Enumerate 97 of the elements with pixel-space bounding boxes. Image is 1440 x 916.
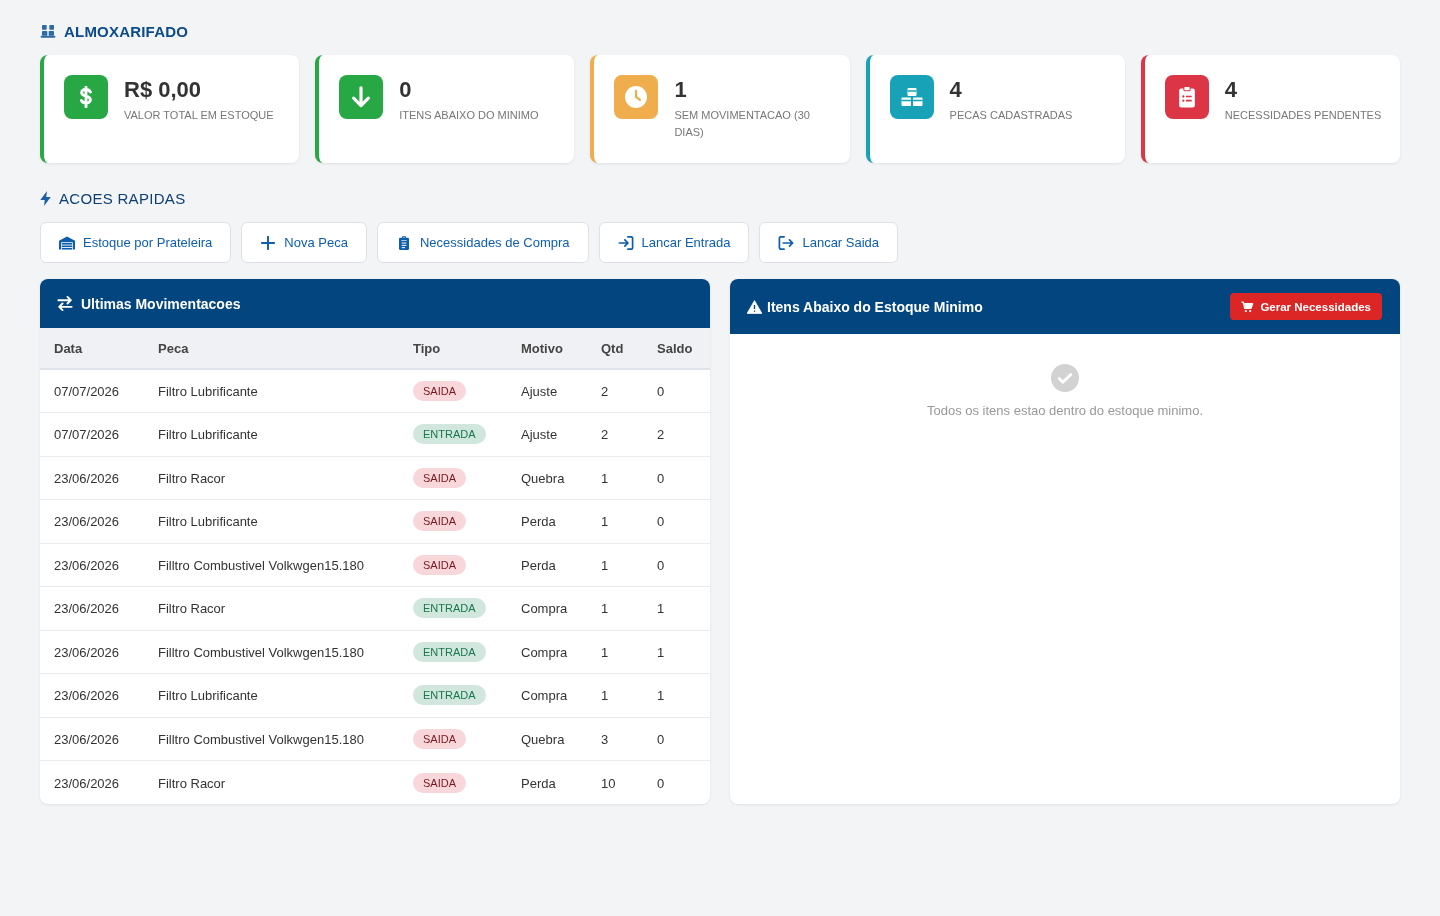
quantity-text: 3 — [601, 731, 609, 747]
cart-icon — [1241, 300, 1255, 313]
generate-button[interactable]: Gerar Necessidades — [1230, 293, 1382, 320]
page-title: ALMOXARIFADO — [64, 22, 189, 40]
type-badge: ENTRADA — [413, 598, 486, 619]
stat-label: PECAS CADASTRADAS — [949, 108, 1073, 123]
swap-arrows-icon — [57, 296, 73, 311]
warning-icon — [747, 299, 762, 314]
boxes-icon — [40, 24, 56, 38]
part-name: Filtro Lubrificante — [158, 384, 258, 399]
sign-in-icon — [617, 235, 634, 250]
part-name: Filltro Combustivel Volkwgen15.180 — [158, 644, 364, 660]
part-name: Filltro Combustivel Volkwgen15.180 — [158, 557, 364, 573]
part-name: Filtro Racor — [158, 775, 226, 791]
date-text: 23/06/2026 — [54, 470, 120, 486]
part-name: Filtro Lubrificante — [158, 514, 258, 530]
column-header: Tipo — [413, 341, 441, 356]
quantity-text: 1 — [601, 688, 609, 704]
stat-value: 4 — [1224, 76, 1239, 104]
type-badge: SAIDA — [413, 772, 466, 793]
quantity-text: 1 — [601, 644, 609, 660]
type-badge: ENTRADA — [413, 685, 486, 706]
stat-label: VALOR TOTAL EM ESTOQUE — [124, 108, 274, 123]
part-name: Filtro Racor — [158, 470, 226, 486]
column-header: Data — [54, 341, 83, 356]
stat-value: 0 — [399, 76, 413, 104]
column-header: Peca — [158, 341, 189, 356]
quantity-text: 2 — [601, 384, 609, 399]
quantity-text: 1 — [601, 557, 609, 573]
date-text: 23/06/2026 — [54, 644, 120, 660]
column-header: Saldo — [657, 341, 693, 356]
balance-text: 0 — [657, 514, 665, 530]
section-title: ACOES RAPIDAS — [59, 189, 186, 207]
reason-text: Quebra — [521, 731, 565, 747]
type-badge: SAIDA — [413, 467, 466, 488]
quantity-text: 1 — [601, 601, 609, 617]
part-name: Filltro Combustivel Volkwgen15.180 — [158, 731, 364, 747]
column-header: Qtd — [601, 341, 624, 356]
quantity-text: 2 — [601, 427, 609, 443]
stat-value: 4 — [949, 76, 963, 104]
date-text: 23/06/2026 — [54, 601, 120, 617]
sign-out-icon — [778, 235, 795, 250]
balance-text: 1 — [657, 688, 665, 704]
balance-text: 0 — [657, 384, 665, 399]
column-header: Motivo — [521, 341, 563, 356]
date-text: 23/06/2026 — [54, 557, 120, 573]
reason-text: Compra — [521, 688, 568, 704]
quick-action-button[interactable]: Necessidades de Compra — [376, 222, 589, 263]
quick-action-button[interactable]: Estoque por Prateleira — [40, 222, 232, 263]
type-badge: ENTRADA — [413, 424, 486, 445]
stat-value: 1 — [674, 76, 688, 104]
type-badge: SAIDA — [413, 511, 466, 532]
quick-action-button[interactable]: Lancar Saida — [759, 222, 899, 263]
quantity-text: 1 — [601, 470, 609, 486]
part-name: Filtro Racor — [158, 601, 226, 617]
quick-action-button[interactable]: Nova Peca — [241, 222, 367, 263]
bolt-icon — [40, 190, 51, 206]
check-circle-icon — [1051, 364, 1079, 392]
reason-text: Quebra — [521, 470, 565, 486]
balance-text: 0 — [657, 557, 665, 573]
type-badge: SAIDA — [413, 554, 466, 575]
empty-message: Todos os itens estao dentro do estoque minimo. — [926, 403, 1204, 418]
reason-text: Ajuste — [521, 427, 558, 443]
part-name: Filtro Lubrificante — [158, 688, 258, 704]
quick-action-button[interactable]: Lancar Entrada — [598, 222, 750, 263]
reason-text: Perda — [521, 775, 556, 791]
date-text: 23/06/2026 — [54, 688, 120, 704]
type-badge: SAIDA — [413, 381, 466, 401]
date-text: 07/07/2026 — [54, 427, 120, 443]
warehouse-icon — [59, 235, 75, 250]
reason-text: Compra — [521, 601, 568, 617]
stat-value: R$ 0,00 — [124, 76, 203, 104]
reason-text: Compra — [521, 644, 568, 660]
reason-text: Perda — [521, 514, 556, 530]
panel-title: Ultimas Movimentacoes — [81, 295, 241, 312]
date-text: 23/06/2026 — [54, 514, 120, 530]
reason-text: Ajuste — [521, 384, 558, 399]
balance-text: 2 — [657, 427, 665, 443]
stat-label: ITENS ABAIXO DO MINIMO — [399, 108, 539, 123]
plus-icon — [260, 235, 277, 250]
quantity-text: 1 — [601, 514, 609, 530]
stat-label: NECESSIDADES PENDENTES — [1224, 108, 1382, 123]
date-text: 23/06/2026 — [54, 775, 120, 791]
balance-text: 1 — [657, 601, 665, 617]
reason-text: Perda — [521, 557, 556, 573]
stat-label: SEM MOVIMENTACAO (30 DIAS) — [674, 108, 811, 140]
date-text: 23/06/2026 — [54, 731, 120, 747]
balance-text: 0 — [657, 731, 665, 747]
panel-title: Itens Abaixo do Estoque Minimo — [767, 298, 983, 315]
part-name: Filtro Lubrificante — [158, 427, 258, 443]
balance-text: 0 — [657, 775, 665, 791]
balance-text: 1 — [657, 644, 665, 660]
date-text: 07/07/2026 — [54, 384, 120, 399]
quantity-text: 10 — [601, 775, 616, 791]
balance-text: 0 — [657, 470, 665, 486]
type-badge: ENTRADA — [413, 641, 486, 662]
type-badge: SAIDA — [413, 728, 466, 749]
